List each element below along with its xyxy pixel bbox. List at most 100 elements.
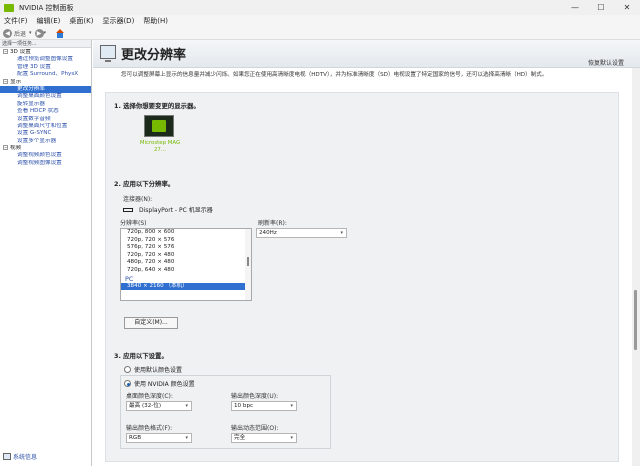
refresh-rate-select[interactable]: 240Hz ▾ — [256, 228, 347, 238]
title-bar: NVIDIA 控制面板 — ☐ ✕ — [0, 0, 640, 15]
dynamic-range-value: 完全 — [234, 435, 246, 441]
output-depth-value: 10 bpc — [234, 403, 254, 409]
system-info-link[interactable]: 系统信息 — [3, 452, 37, 461]
customize-button[interactable]: 自定义(M)... — [124, 317, 178, 329]
nvidia-logo-icon — [4, 3, 14, 12]
tree-item[interactable]: 查看 HDCP 状态 — [0, 108, 91, 115]
tree-label: 视频 — [10, 145, 22, 152]
tree-label: 查看 HDCP 状态 — [17, 108, 59, 115]
collapse-icon[interactable]: − — [3, 78, 8, 84]
menu-help[interactable]: 帮助(H) — [143, 16, 168, 26]
maximize-button[interactable]: ☐ — [588, 0, 614, 15]
resolution-option[interactable]: 576p, 720 × 576 — [121, 244, 251, 252]
menu-desktop[interactable]: 桌面(K) — [69, 16, 93, 26]
tree-category[interactable]: − 视频 — [0, 145, 91, 152]
tree-item[interactable]: 设置多个显示器 — [0, 138, 91, 145]
tree-label: 更改分辨率 — [17, 85, 45, 92]
menu-display[interactable]: 显示器(D) — [102, 16, 134, 26]
radio-default-color[interactable]: 使用默认颜色设置 — [124, 365, 182, 374]
resolution-option[interactable]: 480p, 720 × 480 — [121, 259, 251, 267]
desktop-depth-value: 最高 (32-位) — [129, 403, 162, 409]
tree-label: 管理 3D 设置 — [17, 63, 51, 70]
resolution-list-scrollbar[interactable] — [245, 229, 251, 300]
resolution-option[interactable]: 720p, 800 × 600 — [121, 229, 251, 237]
back-arrow-icon[interactable]: ◀ — [3, 28, 12, 38]
displayport-icon — [123, 207, 133, 212]
restore-defaults-link[interactable]: 恢复默认设置 — [588, 58, 624, 67]
back-button-label[interactable]: 后退 — [14, 29, 26, 38]
tree-label: 设置 G-SYNC — [17, 130, 52, 137]
refresh-rate-label: 刷新率(R): — [258, 220, 287, 227]
tree-category[interactable]: −3D 设置 — [0, 49, 91, 56]
collapse-icon[interactable]: − — [3, 145, 8, 151]
resolution-option[interactable]: 720p, 720 × 480 — [121, 252, 251, 260]
tree-item[interactable]: 配置 Surround、PhysX — [0, 71, 91, 78]
menu-file[interactable]: 文件(F) — [4, 16, 28, 26]
chevron-down-icon: ▾ — [185, 435, 188, 441]
resolution-label: 分辨率(S) — [120, 220, 147, 227]
forward-history-dropdown[interactable]: ▾ — [44, 30, 47, 36]
system-info-label[interactable]: 系统信息 — [13, 452, 37, 461]
monitor-thumbnail[interactable] — [144, 115, 174, 137]
tree-label: 调整桌面颜色设置 — [17, 93, 62, 100]
tree-label: 设置数字音频 — [17, 115, 51, 122]
output-depth-select[interactable]: 10 bpc ▾ — [231, 401, 297, 411]
output-format-select[interactable]: RGB ▾ — [126, 433, 192, 443]
tree-category[interactable]: − 显示 — [0, 78, 91, 86]
tree-item[interactable]: 通过预览调整图像设置 — [0, 56, 91, 63]
resolution-option[interactable]: 720p, 720 × 576 — [121, 237, 251, 245]
resolution-group-pc: PC — [125, 274, 134, 283]
resolution-option[interactable]: 720p, 640 × 480 — [121, 267, 251, 275]
step3-title: 3. 应用以下设置。 — [114, 352, 168, 360]
tree-item[interactable]: 管理 3D 设置 — [0, 64, 91, 71]
menu-bar: 文件(F) 编辑(E) 桌面(K) 显示器(D) 帮助(H) — [0, 15, 640, 27]
chevron-down-icon: ▾ — [290, 403, 293, 409]
tree-item[interactable]: 设置 G-SYNC — [0, 130, 91, 137]
minimize-button[interactable]: — — [562, 0, 588, 15]
desktop-depth-label: 桌面颜色深度(C): — [126, 393, 173, 400]
tree-item[interactable]: 调整视频图像设置 — [0, 160, 91, 167]
display-monitor-icon — [100, 45, 116, 62]
content-scrollbar[interactable] — [632, 68, 640, 466]
forward-arrow-icon[interactable]: ▶ — [34, 28, 44, 38]
tree-label: 配置 Surround、PhysX — [17, 71, 79, 78]
radio-button[interactable] — [124, 366, 131, 373]
desktop-depth-select[interactable]: 最高 (32-位) ▾ — [126, 401, 192, 411]
scrollbar-thumb[interactable] — [634, 290, 637, 350]
content-area: 更改分辨率 恢复默认设置 您可以调整屏幕上显示的信息量并减少闪烁。如果您正在使用… — [93, 40, 640, 466]
tree-label: 设置多个显示器 — [17, 137, 57, 144]
home-icon[interactable] — [55, 28, 65, 38]
back-history-dropdown[interactable]: ▾ — [29, 30, 32, 36]
tree-item[interactable]: 调整桌面尺寸和位置 — [0, 123, 91, 130]
tree-label: 显示 — [10, 78, 22, 85]
settings-panel: 1. 选择你想要变更的显示器。 Microstep MAG 27... 2. 应… — [105, 92, 619, 462]
refresh-rate-value: 240Hz — [259, 230, 277, 236]
task-header: 选择一项任务... — [0, 40, 91, 48]
close-button[interactable]: ✕ — [614, 0, 640, 15]
resolution-option-selected[interactable]: 3840 × 2160 （本机） — [121, 282, 251, 291]
output-format-value: RGB — [129, 435, 142, 441]
tree-item[interactable]: 调整桌面颜色设置 — [0, 93, 91, 100]
chevron-down-icon: ▾ — [185, 403, 188, 409]
dynamic-range-select[interactable]: 完全 ▾ — [231, 433, 297, 443]
resolution-list[interactable]: 720p, 800 × 600 720p, 720 × 576 576p, 720 … — [120, 228, 252, 301]
tree-label: 通过预览调整图像设置 — [17, 56, 73, 63]
step1-title: 1. 选择你想要变更的显示器。 — [114, 102, 200, 110]
connector-label: 连接器(N): — [123, 196, 153, 203]
chevron-down-icon: ▾ — [290, 435, 293, 441]
tree-label: 调整视频图像设置 — [17, 159, 62, 166]
tree-item[interactable]: 调整视频颜色设置 — [0, 152, 91, 159]
nvidia-screen-icon — [152, 120, 166, 132]
connector-value: DisplayPort - PC 机显示器 — [139, 207, 213, 214]
chevron-down-icon: ▾ — [340, 230, 343, 236]
tree-item[interactable]: 更改分辨率 — [0, 85, 91, 94]
task-sidebar: 选择一项任务... −3D 设置 通过预览调整图像设置 管理 3D 设置 配置 Sur… — [0, 40, 92, 466]
tree-item[interactable]: 旋转显示器 — [0, 101, 91, 108]
menu-edit[interactable]: 编辑(E) — [37, 16, 61, 26]
tree-item[interactable]: 设置数字音频 — [0, 116, 91, 123]
radio-default-label[interactable]: 使用默认颜色设置 — [134, 365, 182, 374]
collapse-icon[interactable]: − — [3, 49, 8, 54]
monitor-label[interactable]: Microstep MAG 27... — [134, 140, 186, 154]
page-title: 更改分辨率 — [121, 48, 187, 63]
toolbar: ◀ 后退 ▾ ▶ ▾ — [0, 27, 640, 40]
